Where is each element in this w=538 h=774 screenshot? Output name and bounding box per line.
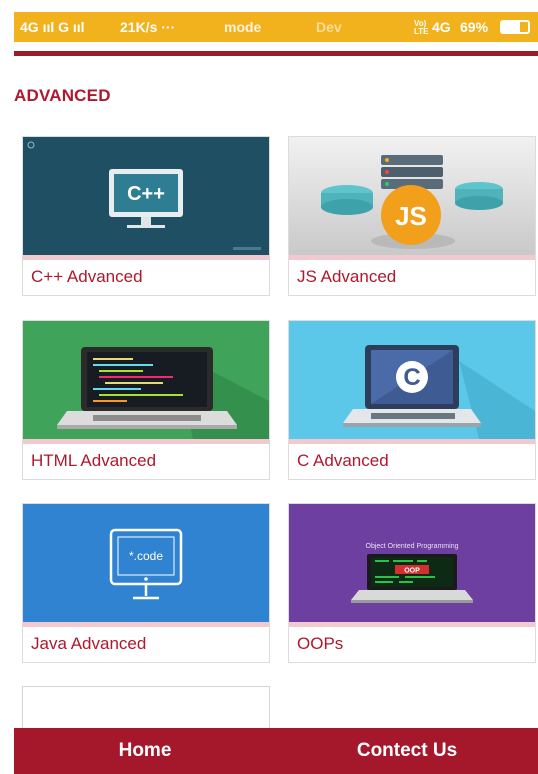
section-title: ADVANCED xyxy=(14,86,111,105)
course-card-c[interactable]: C C Advanced xyxy=(288,320,536,480)
java-thumb-text: *.code xyxy=(129,549,163,563)
course-card-oops[interactable]: Object Oriented Programming OOP OOPs xyxy=(288,503,536,663)
status-bar: 4G ııl G ııl 21K/s ··· mode Dev Vo) LTE … xyxy=(14,12,538,42)
course-card-js[interactable]: JS JS Advanced xyxy=(288,136,536,296)
network-type: 4G xyxy=(432,19,451,35)
course-card-java[interactable]: *.code Java Advanced xyxy=(22,503,270,663)
oop-thumb-title: Object Oriented Programming xyxy=(366,543,459,550)
js-thumbnail: JS xyxy=(289,137,535,255)
js-thumb-text: JS xyxy=(395,201,427,231)
cpp-thumbnail: C++ xyxy=(23,137,269,255)
battery-icon xyxy=(500,20,530,34)
battery-level xyxy=(502,22,520,32)
contact-us-button[interactable]: Contect Us xyxy=(276,728,538,774)
status-mode-text: mode xyxy=(224,19,262,35)
signal-indicator: 4G ııl G ııl xyxy=(20,19,85,35)
home-button[interactable]: Home xyxy=(14,728,276,774)
bottom-nav: Home Contect Us xyxy=(14,728,538,774)
oop-screen-text: OOP xyxy=(404,568,420,575)
html-thumbnail xyxy=(23,321,269,439)
oop-thumbnail: Object Oriented Programming OOP xyxy=(289,504,535,622)
course-label: HTML Advanced xyxy=(31,451,157,470)
course-label: C Advanced xyxy=(297,451,389,470)
java-thumbnail: *.code xyxy=(23,504,269,622)
cpp-thumb-text: C++ xyxy=(127,183,165,205)
course-label: C++ Advanced xyxy=(31,267,143,286)
header-divider xyxy=(14,51,538,56)
volte-icon: Vo) LTE xyxy=(414,19,429,36)
course-card-html[interactable]: HTML Advanced xyxy=(22,320,270,480)
network-speed: 21K/s ··· xyxy=(120,19,176,35)
c-thumb-text: C xyxy=(403,364,420,391)
status-dev-text: Dev xyxy=(316,19,342,35)
course-label: Java Advanced xyxy=(31,634,147,653)
course-card-cpp[interactable]: C++ C++ Advanced xyxy=(22,136,270,296)
course-label: OOPs xyxy=(297,634,344,653)
course-label: JS Advanced xyxy=(297,267,397,286)
battery-percent: 69% xyxy=(460,19,489,35)
c-thumbnail: C xyxy=(289,321,535,439)
